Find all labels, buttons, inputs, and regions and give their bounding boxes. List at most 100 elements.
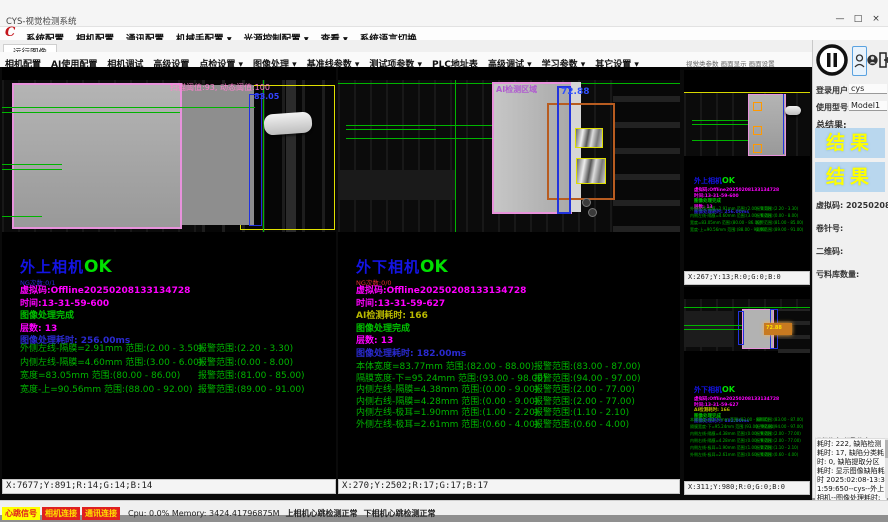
green-baseline <box>692 120 748 121</box>
camera-name: 外上相机 <box>20 258 84 276</box>
virtual-code: 虚拟码:Offline20250208133134728 <box>694 396 779 402</box>
log-message[interactable]: 耗时: 222, 缺陷检测耗时: 17, 缺陷分类耗时: 0, 缺陷提取分区耗时… <box>815 438 887 502</box>
capture-time: 时间:13-31-59-600 <box>20 296 190 309</box>
login-user-label: 登录用户: <box>816 85 851 96</box>
green-baseline <box>2 107 255 108</box>
virtual-code: 虚拟码:Offline20250208133134728 <box>356 283 526 296</box>
measurement-row: 内侧左线-隔膜=4.38mm 范围:(0.00 - 9.00)报警范围:(2.0… <box>690 431 806 438</box>
processing-elapsed: 图像处理耗时: 182.00ms <box>356 346 526 359</box>
user-account-button[interactable] <box>867 49 878 71</box>
processing-done: 图像处理完成 <box>356 321 526 334</box>
app-window: CYS-视觉检测系统 — □ × C 系统配置相机配置通讯配置机械手配置 ▾光源… <box>0 0 888 522</box>
logout-button[interactable] <box>878 46 888 74</box>
measurement-row: 宽度=83.05mm 范围:(80.00 - 86.00)报警范围:(81.00… <box>20 368 330 382</box>
measurement-row: 宽度-上=90.56mm 范围:(88.00 - 92.00)报警范围:(89.… <box>20 382 330 396</box>
cell-region <box>12 83 182 229</box>
width-value-label: 83.05 <box>254 92 279 101</box>
upper-camera-heartbeat-status: 上相机心跳检测正常 <box>286 508 358 519</box>
result-rows-upper: 虚拟码:Offline20250208133134728 时间:13-31-59… <box>20 283 190 346</box>
measurement-list-upper: 外侧左线-隔膜=2.91mm 范围:(2.00 - 3.50)报警范围:(2.2… <box>20 341 330 395</box>
ok-status: OK <box>420 257 448 277</box>
camera-panel-upper: 83.05 扫描阈值:93, 动态阈值:100 外上相机OK NG次数:0/1 … <box>2 67 336 494</box>
green-top-line <box>684 307 810 308</box>
camera-image-lower[interactable]: AI检测区域 72.88 <box>338 80 680 232</box>
result-box-upper: 结果 <box>815 128 885 158</box>
login-user-value[interactable]: cys <box>849 84 887 94</box>
user-badge-icon <box>853 47 866 75</box>
blue-measure-box <box>557 86 571 214</box>
green-baseline <box>684 329 742 330</box>
model-label: 使用型号: <box>816 102 851 113</box>
green-vertical-line <box>455 80 456 232</box>
measurement-row: 本体宽度=83.77mm 范围:(82.00 - 88.00)报警范围:(83.… <box>690 417 806 424</box>
measurement-row: 内侧左线-极耳=1.90mm 范围:(1.00 - 2.20)报警范围:(1.1… <box>690 445 806 452</box>
bottom-status-bar: 心跳信号相机连接通讯连接Cpu: 0.0% Memory: 3424.41796… <box>0 500 888 515</box>
cpu-memory-readout: Cpu: 0.0% Memory: 3424.41796875M <box>128 509 280 518</box>
green-vertical-line <box>263 80 264 232</box>
orange-marker <box>753 144 762 153</box>
yellow-defect-box <box>576 158 606 184</box>
camera-image-upper[interactable]: 83.05 扫描阈值:93, 动态阈值:100 <box>2 80 336 232</box>
measurement-row: 内侧右线-隔膜=4.28mm 范围:(0.00 - 9.00)报警范围:(2.0… <box>356 394 676 406</box>
lower-camera-heartbeat-status: 下相机心跳检测正常 <box>364 508 436 519</box>
measurement-row: 外侧左线-隔膜=2.91mm 范围:(2.00 - 3.50)报警范围:(2.2… <box>690 206 806 213</box>
ai-roi-label: AI检测区域 <box>496 84 537 95</box>
ok-status: OK <box>84 257 112 277</box>
green-baseline <box>2 164 62 165</box>
capture-time: 时间:13-31-59-627 <box>356 296 526 309</box>
virtual-code: 虚拟码:Offline20250208133134728 <box>694 187 779 193</box>
app-logo-icon: C <box>5 25 15 40</box>
result-rows-lower: 虚拟码:Offline20250208133134728 时间:13-31-59… <box>356 283 526 358</box>
pause-icon <box>815 43 849 77</box>
measurement-row: 内侧左线-隔膜=4.38mm 范围:(0.00 - 9.00)报警范围:(2.0… <box>356 382 676 394</box>
measurement-row: 内侧右线-隔膜=4.28mm 范围:(0.00 - 9.00)报警范围:(2.0… <box>690 438 806 445</box>
cursor-coords-lower: X:270;Y:2502;R:17;G:17;B:17 <box>338 479 680 494</box>
green-baseline <box>692 140 748 141</box>
virtual-code-line: 虚拟码: 20250208 <box>816 200 888 211</box>
pause-button[interactable] <box>815 43 849 77</box>
machinery-block <box>338 170 455 200</box>
processing-done: 图像处理完成 <box>20 308 190 321</box>
menu-bar: C 系统配置相机配置通讯配置机械手配置 ▾光源控制配置 ▾查看 ▾系统语言切换 <box>0 27 888 41</box>
model-value[interactable]: Model1 <box>849 101 887 111</box>
camera-name: 外下相机 <box>694 386 722 394</box>
yellow-guide-line <box>684 92 810 93</box>
measurement-row: 隔膜宽度-下=95.24mm 范围:(93.00 - 98.00)报警范围:(9… <box>356 371 676 383</box>
result-box-lower: 结果 <box>815 162 885 192</box>
green-baseline <box>2 216 42 217</box>
control-side-panel: 登录用户: cys 使用型号: Model1 总结果: 结果 结果 虚拟码: 2… <box>812 40 888 498</box>
mini-image-lower[interactable]: 72.88 <box>684 299 810 351</box>
comm-link-badge: 通讯连接 <box>82 507 120 520</box>
measurement-row: 外侧左线-隔膜=2.91mm 范围:(2.00 - 3.50)报警范围:(2.2… <box>20 341 330 355</box>
tab-connector <box>263 111 312 135</box>
threshold-overlay-label: 扫描阈值:93, 动态阈值:100 <box>170 82 270 93</box>
heartbeat-badge: 心跳信号 <box>2 507 40 520</box>
close-button[interactable]: × <box>868 14 884 25</box>
title-bar: CYS-视觉检测系统 — □ × <box>0 0 888 27</box>
mini-measurements-lower: 本体宽度=83.77mm 范围:(82.00 - 88.00)报警范围:(83.… <box>690 417 806 459</box>
maximize-button[interactable]: □ <box>850 14 866 25</box>
bolt-detail <box>582 198 591 207</box>
measurement-row: 外侧左线-极耳=2.61mm 范围:(0.60 - 4.00)报警范围:(0.6… <box>690 452 806 459</box>
layer-count: 层数: 13 <box>20 321 190 334</box>
orange-marker <box>753 126 762 135</box>
camera-link-badge: 相机连接 <box>42 507 80 520</box>
qr-code-label: 二维码: <box>816 246 843 257</box>
mini-measurements-upper: 外侧左线-隔膜=2.91mm 范围:(2.00 - 3.50)报警范围:(2.2… <box>690 206 806 234</box>
minimize-button[interactable]: — <box>832 14 848 25</box>
camera-name: 外下相机 <box>356 258 420 276</box>
width-value-label: 72.88 <box>766 325 782 331</box>
user-login-button[interactable] <box>852 46 867 76</box>
mini-coords-lower: X:311;Y:980;R:0;G:0;B:0 <box>684 481 810 495</box>
cursor-coords-upper: X:7677;Y:891;R:14;G:14;B:14 <box>2 479 336 494</box>
user-icon <box>867 49 878 71</box>
green-baseline <box>2 169 62 170</box>
ok-status: OK <box>722 385 735 394</box>
measurement-row: 外侧左线-极耳=2.61mm 范围:(0.60 - 4.00)报警范围:(0.6… <box>356 417 676 429</box>
window-title: CYS-视觉检测系统 <box>6 15 76 27</box>
mini-image-upper[interactable] <box>684 92 810 156</box>
blue-measure-box <box>738 311 744 345</box>
measurement-row: 内侧左线-隔膜=4.60mm 范围:(3.00 - 6.00)报警范围:(0.0… <box>20 355 330 369</box>
machinery-background <box>613 80 680 232</box>
measurement-row: 宽度-上=90.56mm 范围:(88.00 - 92.00)报警范围:(89.… <box>690 227 806 234</box>
